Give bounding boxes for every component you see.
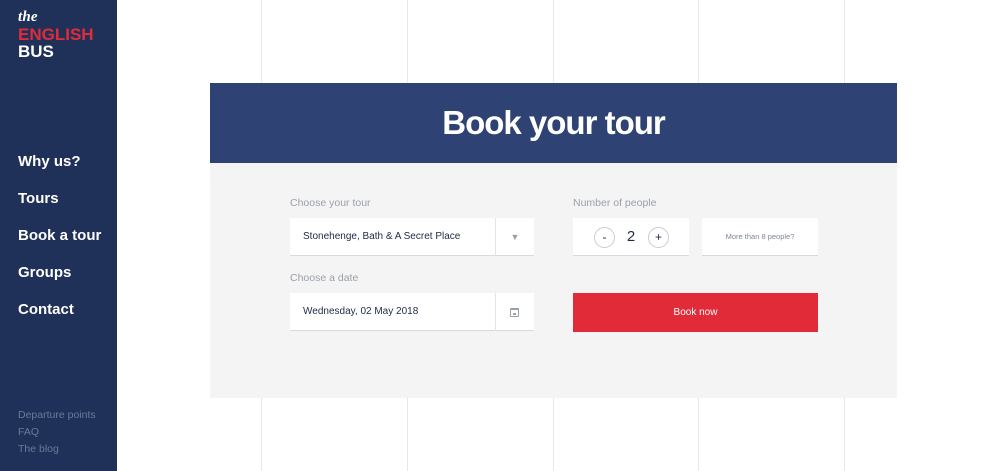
book-now-button[interactable]: Book now [573, 293, 818, 332]
nav-link-tours[interactable]: Tours [18, 189, 59, 209]
nav-link-contact[interactable]: Contact [18, 300, 74, 320]
people-label: Number of people [573, 197, 657, 209]
tour-label: Choose your tour [290, 197, 371, 209]
nav-item-why-us: Why us? [18, 152, 101, 189]
increment-button[interactable]: + [648, 227, 669, 248]
decrement-button[interactable]: - [594, 227, 615, 248]
people-count: 2 [626, 228, 636, 245]
footer-link-departure-points[interactable]: Departure points [18, 409, 96, 421]
main-nav: Why us? Tours Book a tour Groups Contact [18, 152, 101, 337]
nav-link-groups[interactable]: Groups [18, 263, 71, 283]
booking-header: Book your tour [210, 83, 897, 163]
more-people-text: More than 8 people? [725, 232, 795, 241]
caret-down-icon[interactable]: ▼ [496, 218, 534, 256]
date-divider [495, 293, 496, 331]
nav-item-contact: Contact [18, 300, 101, 337]
logo-bus: BUS [18, 42, 54, 61]
sidebar: the ENGLISH BUS Why us? Tours Book a tou… [0, 0, 117, 471]
footer-link-faq[interactable]: FAQ [18, 426, 39, 438]
nav-item-tours: Tours [18, 189, 101, 226]
tour-select-value: Stonehenge, Bath & A Secret Place [303, 231, 461, 242]
logo[interactable]: the ENGLISH BUS [18, 9, 94, 61]
footer-item-departure-points: Departure points [18, 405, 96, 422]
calendar-icon[interactable] [510, 308, 519, 317]
page-title: Book your tour [442, 104, 665, 141]
nav-link-why-us[interactable]: Why us? [18, 152, 81, 172]
tour-select[interactable]: Stonehenge, Bath & A Secret Place ▼ [290, 218, 534, 256]
logo-english: ENGLISH [18, 25, 94, 44]
nav-link-book-a-tour[interactable]: Book a tour [18, 226, 101, 246]
logo-the: the [18, 9, 38, 25]
more-people-link[interactable]: More than 8 people? [702, 218, 818, 256]
date-field[interactable]: Wednesday, 02 May 2018 [290, 293, 534, 331]
footer-links: Departure points FAQ The blog [18, 405, 96, 456]
footer-item-faq: FAQ [18, 422, 96, 439]
nav-item-groups: Groups [18, 263, 101, 300]
people-stepper: - 2 + [573, 218, 689, 256]
footer-link-blog[interactable]: The blog [18, 443, 59, 455]
footer-item-blog: The blog [18, 439, 96, 456]
date-label: Choose a date [290, 272, 359, 284]
nav-item-book-a-tour: Book a tour [18, 226, 101, 263]
date-field-value: Wednesday, 02 May 2018 [303, 306, 419, 317]
